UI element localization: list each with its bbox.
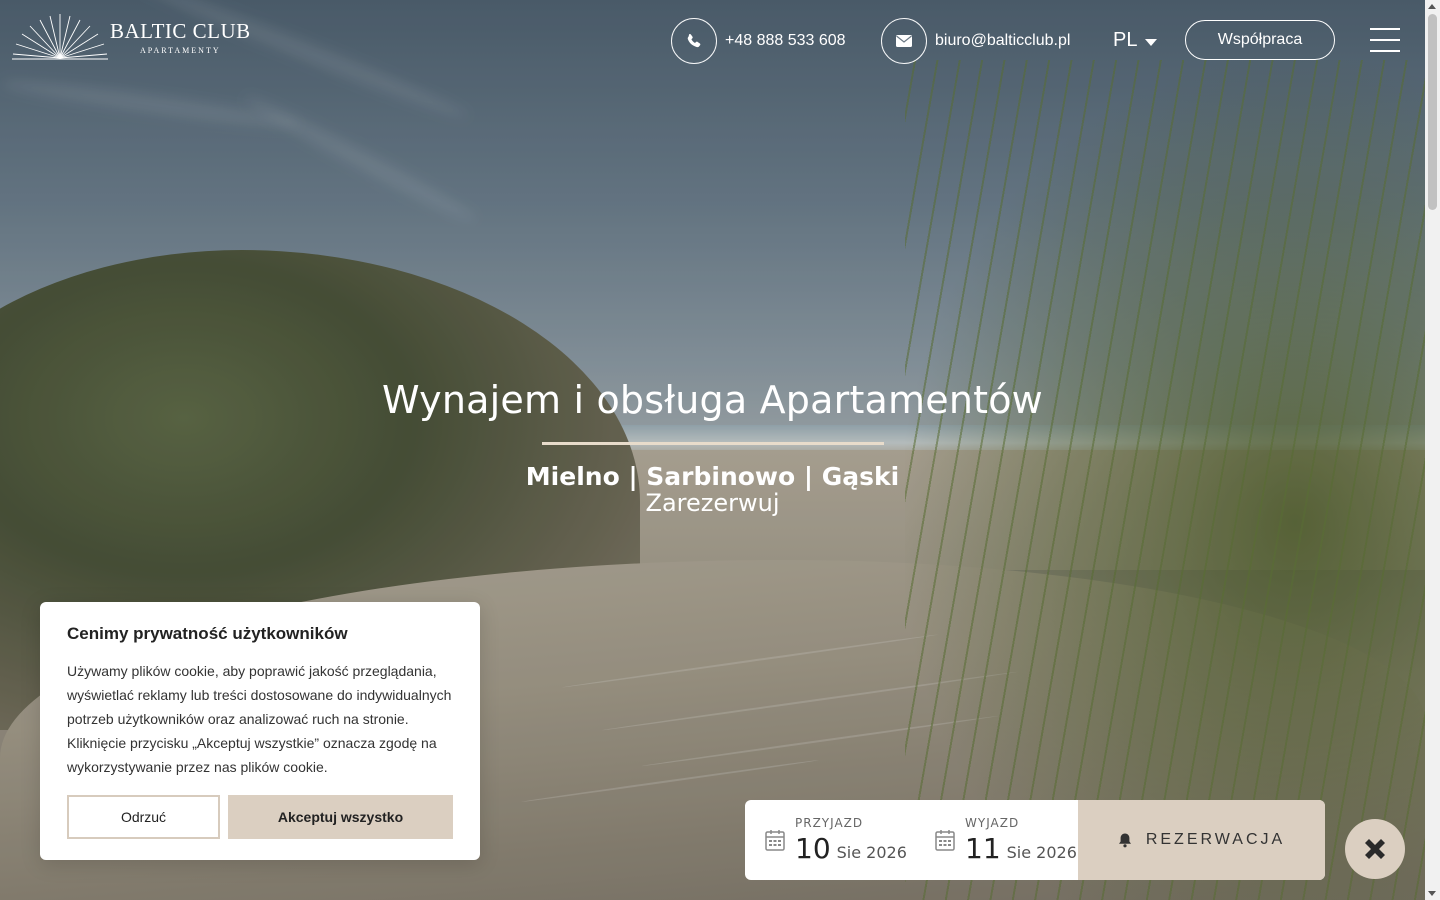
scroll-thumb[interactable]	[1428, 14, 1437, 210]
hero-title: Wynajem i obsługa Apartamentów	[382, 378, 1043, 422]
bell-icon	[1118, 833, 1131, 848]
site-logo[interactable]: BALTIC CLUB APARTAMENTY	[12, 12, 251, 62]
departure-month: Sie 2026	[1006, 842, 1077, 862]
close-icon	[1365, 839, 1385, 859]
cookie-consent-dialog: Cenimy prywatność użytkowników Używamy p…	[40, 602, 480, 860]
cookie-title: Cenimy prywatność użytkowników	[67, 624, 348, 643]
sunrise-logo-icon	[12, 14, 108, 60]
hero-locations: Mielno | Sarbinowo | Gąski	[525, 462, 900, 491]
reservation-label: REZERWACJA	[1145, 831, 1286, 848]
arrival-label: PRZYJAZD	[795, 815, 864, 830]
language-selector[interactable]: PL	[1113, 29, 1158, 52]
scroll-down-arrow[interactable]	[1428, 891, 1436, 896]
page-scrollbar[interactable]	[1425, 0, 1440, 900]
hero-book-link[interactable]: Zarezerwuj	[0, 489, 1425, 517]
arrival-month: Sie 2026	[836, 842, 907, 862]
reservation-button[interactable]: REZERWACJA	[1078, 800, 1325, 880]
caret-down-icon	[1145, 38, 1158, 46]
email-contact[interactable]: biuro@balticclub.pl	[881, 18, 1070, 64]
calendar-icon	[935, 830, 955, 851]
calendar-icon	[765, 830, 785, 851]
brand-subtitle: APARTAMENTY	[140, 46, 221, 55]
cookie-accept-button[interactable]: Akceptuj wszystko	[228, 795, 453, 839]
language-current: PL	[1113, 29, 1138, 51]
scroll-up-arrow[interactable]	[1428, 4, 1436, 9]
departure-date-picker[interactable]: WYJAZD 11 Sie 2026	[911, 800, 1077, 880]
phone-contact[interactable]: +48 888 533 608	[671, 18, 846, 64]
phone-number: +48 888 533 608	[725, 32, 846, 49]
cookie-reject-button[interactable]: Odrzuć	[67, 795, 220, 839]
mail-icon	[881, 18, 927, 64]
hero-divider	[542, 442, 884, 445]
cooperation-button[interactable]: Współpraca	[1185, 20, 1335, 60]
departure-label: WYJAZD	[965, 815, 1020, 830]
email-address: biuro@balticclub.pl	[935, 32, 1071, 49]
booking-bar: PRZYJAZD 10 Sie 2026 WYJAZD 11 Sie 2026	[745, 800, 1325, 880]
arrival-date-picker[interactable]: PRZYJAZD 10 Sie 2026	[745, 800, 911, 880]
phone-icon	[671, 18, 717, 64]
brand-name: BALTIC CLUB	[110, 19, 251, 43]
cookie-text: Używamy plików cookie, aby poprawić jako…	[67, 663, 452, 775]
arrival-day: 10	[795, 831, 831, 865]
close-booking-button[interactable]	[1345, 819, 1405, 879]
menu-icon[interactable]	[1370, 28, 1400, 52]
departure-day: 11	[965, 831, 1001, 865]
